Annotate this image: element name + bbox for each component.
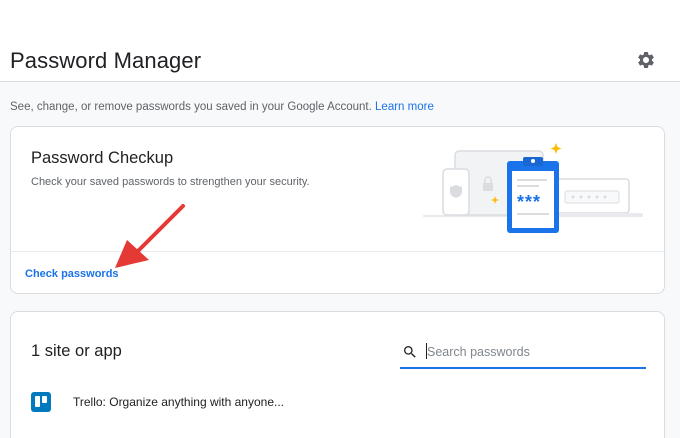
learn-more-link[interactable]: Learn more <box>375 101 434 113</box>
intro-text: See, change, or remove passwords you sav… <box>10 101 434 113</box>
illustration-dot <box>587 195 591 199</box>
illustration-dot <box>595 195 599 199</box>
search-box <box>400 336 646 369</box>
checkup-title: Password Checkup <box>31 149 174 167</box>
sparkle-icon <box>550 143 562 154</box>
intro-description: See, change, or remove passwords you sav… <box>10 101 372 113</box>
illustration-dot <box>571 195 575 199</box>
saved-passwords-card: 1 site or app Trello: Organize anything … <box>10 311 665 438</box>
illustration-laptop-base <box>547 213 643 217</box>
illustration-line <box>517 185 539 187</box>
site-list-item[interactable]: Trello: Organize anything with anyone... <box>31 390 631 416</box>
checkup-illustration: *** <box>423 143 643 233</box>
search-icon <box>404 346 416 358</box>
checkup-description: Check your saved passwords to strengthen… <box>31 176 310 188</box>
illustration-lock-body <box>483 183 493 191</box>
illustration-stars: *** <box>517 192 541 212</box>
site-name: Trello: Organize anything with anyone... <box>73 395 285 409</box>
illustration-line <box>517 179 547 181</box>
text-cursor <box>426 343 427 359</box>
page-title: Password Manager <box>10 48 202 73</box>
trello-icon <box>31 392 51 412</box>
search-input[interactable] <box>427 342 637 362</box>
illustration-dot <box>603 195 607 199</box>
illustration-dot <box>579 195 583 199</box>
sites-count: 1 site or app <box>31 342 122 360</box>
annotation-arrow-icon <box>115 204 185 268</box>
page-header: Password Manager <box>0 0 680 82</box>
illustration-clip-hole <box>531 159 535 163</box>
gear-icon[interactable] <box>636 50 656 70</box>
illustration-line <box>517 213 549 215</box>
